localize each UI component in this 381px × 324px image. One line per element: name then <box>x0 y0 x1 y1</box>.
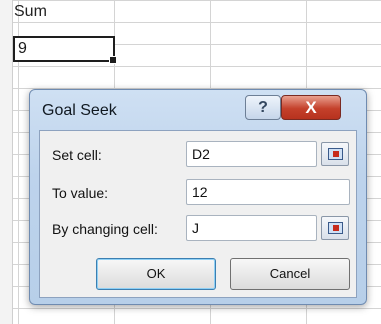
dialog-title: Goal Seek <box>42 102 117 119</box>
help-button[interactable]: ? <box>245 95 281 120</box>
changing-cell-range-button[interactable] <box>321 216 349 240</box>
to-value-label: To value: <box>52 185 109 201</box>
changing-cell-label: By changing cell: <box>52 221 158 237</box>
ok-button[interactable]: OK <box>96 258 216 290</box>
set-cell-label: Set cell: <box>52 147 102 163</box>
dialog-titlebar[interactable]: Goal Seek ? X <box>30 90 366 130</box>
header-cell-sum[interactable]: Sum <box>14 2 47 22</box>
cancel-button[interactable]: Cancel <box>230 258 350 290</box>
row-header-strip <box>0 0 13 324</box>
active-cell-value: 9 <box>18 40 27 57</box>
range-select-icon <box>328 148 343 160</box>
dialog-body: Set cell: D2 To value: 12 By changing ce… <box>39 130 357 298</box>
set-cell-field[interactable]: D2 <box>186 141 317 167</box>
changing-cell-field[interactable]: J <box>186 215 317 241</box>
active-cell[interactable]: 9 <box>13 36 117 64</box>
goal-seek-dialog: Goal Seek ? X Set cell: D2 To value: 12 … <box>29 89 367 305</box>
close-button[interactable]: X <box>281 95 341 120</box>
set-cell-range-button[interactable] <box>321 142 349 166</box>
range-select-icon <box>328 222 343 234</box>
fill-handle[interactable] <box>109 56 117 64</box>
to-value-field[interactable]: 12 <box>186 179 350 205</box>
